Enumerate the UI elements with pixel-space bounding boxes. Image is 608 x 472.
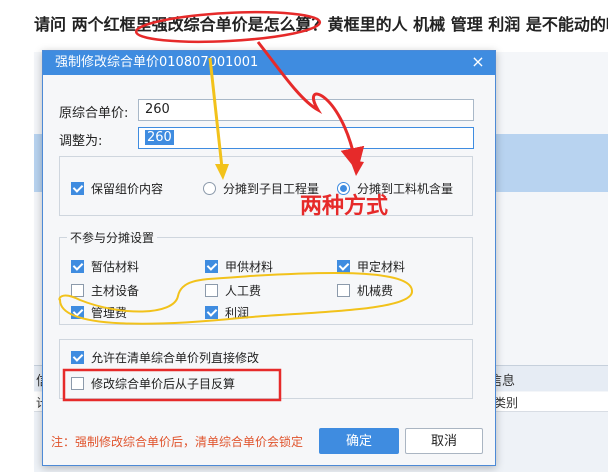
checkbox-machinery-cost[interactable]: 机械费 <box>337 282 393 299</box>
keep-group-label: 保留组价内容 <box>91 182 164 196</box>
labor-cost-check-icon <box>205 284 218 297</box>
checkbox-owner-supplied[interactable]: 甲供材料 <box>205 258 273 275</box>
allow-edit-check-icon <box>71 351 84 364</box>
background-cell-right: 类别 <box>494 396 519 410</box>
adjust-to-label: 调整为: <box>59 134 103 149</box>
allow-edit-label: 允许在清单综合单价列直接修改 <box>91 351 260 365</box>
provisional-check-icon <box>71 260 84 273</box>
machinery-cost-label: 机械费 <box>357 284 394 298</box>
management-fee-label: 管理费 <box>91 306 128 320</box>
reverse-calc-label: 修改综合单价后从子目反算 <box>91 377 236 391</box>
checkbox-main-equipment[interactable]: 主材设备 <box>71 282 139 299</box>
cancel-button[interactable]: 取消 <box>405 428 483 454</box>
labor-cost-label: 人工费 <box>225 284 262 298</box>
checkbox-owner-specified[interactable]: 甲定材料 <box>337 258 405 275</box>
radio-sub-icon <box>203 182 216 195</box>
adjust-to-input[interactable]: 260 <box>138 127 474 149</box>
main-equipment-check-icon <box>71 284 84 297</box>
two-methods-annotation: 两种方式 <box>300 194 389 219</box>
profit-check-icon <box>205 306 218 319</box>
checkbox-management-fee[interactable]: 管理费 <box>71 304 127 321</box>
owner-supplied-label: 甲供材料 <box>225 260 274 274</box>
management-fee-check-icon <box>71 306 84 319</box>
dialog-titlebar: 强制修改综合单价010807001001 × <box>43 51 495 75</box>
machinery-cost-check-icon <box>337 284 350 297</box>
checkbox-reverse-calc[interactable]: 修改综合单价后从子目反算 <box>71 375 235 392</box>
keep-group-checkbox[interactable]: 保留组价内容 <box>71 180 163 197</box>
force-edit-price-dialog: 强制修改综合单价010807001001 × 原综合单价: 260 调整为: 2… <box>42 50 496 466</box>
lock-note: 注：强制修改综合单价后，清单综合单价会锁定 <box>51 435 304 449</box>
original-price-value: 260 <box>145 102 170 117</box>
owner-specified-check-icon <box>337 260 350 273</box>
profit-label: 利润 <box>225 306 250 320</box>
dialog-title: 强制修改综合单价010807001001 <box>55 55 259 70</box>
owner-supplied-check-icon <box>205 260 218 273</box>
keep-group-check-icon <box>71 182 84 195</box>
provisional-label: 暂估材料 <box>91 260 140 274</box>
owner-specified-label: 甲定材料 <box>357 260 406 274</box>
ok-button[interactable]: 确定 <box>319 428 399 454</box>
main-equipment-label: 主材设备 <box>91 284 140 298</box>
checkbox-profit[interactable]: 利润 <box>205 304 249 321</box>
checkbox-allow-direct-edit[interactable]: 允许在清单综合单价列直接修改 <box>71 349 259 366</box>
exclude-group-title: 不参与分摊设置 <box>67 229 158 246</box>
checkbox-labor-cost[interactable]: 人工费 <box>205 282 261 299</box>
question-text: 请问 两个红框里强改综合单价是怎么算？黄框里的人 机械 管理 利润 是不能动的吗 <box>34 15 608 34</box>
original-price-field: 260 <box>138 99 474 121</box>
adjust-to-value: 260 <box>145 130 174 145</box>
reverse-calc-check-icon <box>71 377 84 390</box>
original-price-label: 原综合单价: <box>59 106 129 121</box>
close-icon[interactable]: × <box>469 51 487 75</box>
checkbox-provisional-material[interactable]: 暂估材料 <box>71 258 139 275</box>
